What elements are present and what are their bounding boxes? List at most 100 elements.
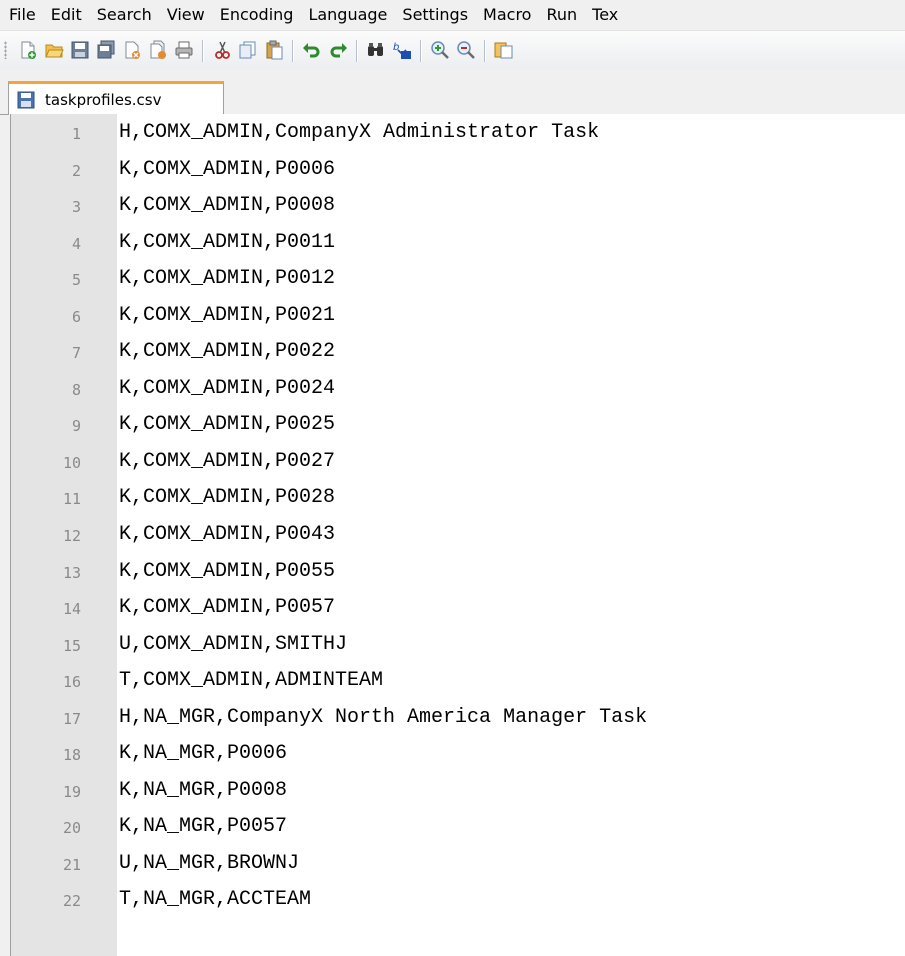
editor-line[interactable]: 9 K,COMX_ADMIN,P0025 [11, 410, 905, 447]
editor-line[interactable]: 16 T,COMX_ADMIN,ADMINTEAM [11, 666, 905, 703]
line-text[interactable]: H,NA_MGR,CompanyX North America Manager … [119, 706, 647, 729]
line-text[interactable]: K,COMX_ADMIN,P0027 [119, 450, 335, 473]
line-text[interactable]: K,COMX_ADMIN,P0057 [119, 596, 335, 619]
line-text[interactable]: H,COMX_ADMIN,CompanyX Administrator Task [119, 121, 599, 144]
line-number: 15 [62, 636, 81, 655]
new-file-icon[interactable] [18, 40, 38, 60]
menu-edit[interactable]: Edit [51, 0, 82, 30]
editor-line[interactable]: 21 U,NA_MGR,BROWNJ [11, 849, 905, 886]
line-number: 18 [62, 746, 81, 765]
line-number: 9 [71, 417, 81, 436]
toolbar-separator [202, 40, 204, 62]
line-text[interactable]: T,COMX_ADMIN,ADMINTEAM [119, 669, 383, 692]
editor-line[interactable]: 10 K,COMX_ADMIN,P0027 [11, 447, 905, 484]
editor-line[interactable]: 2 K,COMX_ADMIN,P0006 [11, 155, 905, 192]
menu-view[interactable]: View [167, 0, 205, 30]
menu-language[interactable]: Language [308, 0, 387, 30]
line-number: 8 [71, 380, 81, 399]
line-number: 2 [71, 161, 81, 180]
paste-icon[interactable] [264, 40, 284, 60]
editor-line[interactable]: 22 T,NA_MGR,ACCTEAM [11, 885, 905, 922]
tab-bar: taskprofiles.csv [0, 69, 905, 115]
editor-line[interactable]: 19 K,NA_MGR,P0008 [11, 776, 905, 813]
tab-taskprofiles-csv[interactable]: taskprofiles.csv [8, 81, 224, 115]
close-icon[interactable] [122, 40, 142, 60]
editor-line[interactable]: 15 U,COMX_ADMIN,SMITHJ [11, 630, 905, 667]
line-text[interactable]: T,NA_MGR,ACCTEAM [119, 888, 311, 911]
save-icon[interactable] [70, 40, 90, 60]
tab-label: taskprofiles.csv [45, 90, 162, 109]
line-number: 10 [62, 453, 81, 472]
line-text[interactable]: K,COMX_ADMIN,P0008 [119, 194, 335, 217]
menu-macro[interactable]: Macro [483, 0, 531, 30]
line-number: 22 [62, 892, 81, 911]
editor-line[interactable]: 18 K,NA_MGR,P0006 [11, 739, 905, 776]
line-number: 4 [71, 234, 81, 253]
line-number: 13 [62, 563, 81, 582]
close-all-icon[interactable] [148, 40, 168, 60]
line-number: 21 [62, 855, 81, 874]
print-icon[interactable] [174, 40, 194, 60]
line-text[interactable]: U,COMX_ADMIN,SMITHJ [119, 633, 347, 656]
redo-icon[interactable] [328, 40, 348, 60]
menu-text-fx[interactable]: Tex [592, 0, 618, 30]
editor[interactable]: 1 H,COMX_ADMIN,CompanyX Administrator Tas… [10, 114, 905, 956]
toolbar: b [0, 30, 905, 70]
replace-icon[interactable]: b [392, 40, 412, 60]
line-text[interactable]: K,COMX_ADMIN,P0025 [119, 413, 335, 436]
line-text[interactable]: U,NA_MGR,BROWNJ [119, 852, 299, 875]
menu-file[interactable]: File [9, 0, 36, 30]
cut-icon[interactable] [212, 40, 232, 60]
save-all-icon[interactable] [96, 40, 116, 60]
line-text[interactable]: K,COMX_ADMIN,P0028 [119, 486, 335, 509]
toolbar-separator [292, 40, 294, 62]
editor-lines: 1 H,COMX_ADMIN,CompanyX Administrator Tas… [11, 118, 905, 922]
editor-line[interactable]: 14 K,COMX_ADMIN,P0057 [11, 593, 905, 630]
find-icon[interactable] [366, 40, 386, 60]
line-number: 6 [71, 307, 81, 326]
line-text[interactable]: K,COMX_ADMIN,P0006 [119, 158, 335, 181]
line-text[interactable]: K,COMX_ADMIN,P0043 [119, 523, 335, 546]
line-number: 11 [62, 490, 81, 509]
editor-line[interactable]: 13 K,COMX_ADMIN,P0055 [11, 557, 905, 594]
line-number: 16 [62, 673, 81, 692]
line-text[interactable]: K,COMX_ADMIN,P0055 [119, 560, 335, 583]
editor-line[interactable]: 5 K,COMX_ADMIN,P0012 [11, 264, 905, 301]
line-text[interactable]: K,COMX_ADMIN,P0021 [119, 304, 335, 327]
copy-icon[interactable] [238, 40, 258, 60]
toolbar-separator [420, 40, 422, 62]
sync-scroll-icon[interactable] [494, 40, 514, 60]
menu-settings[interactable]: Settings [402, 0, 468, 30]
editor-line[interactable]: 1 H,COMX_ADMIN,CompanyX Administrator Tas… [11, 118, 905, 155]
line-number: 1 [71, 125, 81, 143]
editor-line[interactable]: 7 K,COMX_ADMIN,P0022 [11, 337, 905, 374]
line-number: 3 [71, 198, 81, 217]
line-text[interactable]: K,NA_MGR,P0008 [119, 779, 287, 802]
line-text[interactable]: K,COMX_ADMIN,P0022 [119, 340, 335, 363]
editor-line[interactable]: 4 K,COMX_ADMIN,P0011 [11, 228, 905, 265]
editor-line[interactable]: 3 K,COMX_ADMIN,P0008 [11, 191, 905, 228]
line-text[interactable]: K,NA_MGR,P0006 [119, 742, 287, 765]
menu-run[interactable]: Run [546, 0, 577, 30]
zoom-out-icon[interactable] [456, 40, 476, 60]
line-text[interactable]: K,COMX_ADMIN,P0012 [119, 267, 335, 290]
line-text[interactable]: K,COMX_ADMIN,P0011 [119, 231, 335, 254]
menu-encoding[interactable]: Encoding [220, 0, 294, 30]
undo-icon[interactable] [302, 40, 322, 60]
zoom-in-icon[interactable] [430, 40, 450, 60]
editor-line[interactable]: 17 H,NA_MGR,CompanyX North America Manage… [11, 703, 905, 740]
toolbar-grip[interactable] [4, 41, 7, 59]
line-text[interactable]: K,NA_MGR,P0057 [119, 815, 287, 838]
editor-line[interactable]: 12 K,COMX_ADMIN,P0043 [11, 520, 905, 557]
open-file-icon[interactable] [44, 40, 64, 60]
editor-line[interactable]: 11 K,COMX_ADMIN,P0028 [11, 483, 905, 520]
menu-search[interactable]: Search [97, 0, 152, 30]
editor-line[interactable]: 8 K,COMX_ADMIN,P0024 [11, 374, 905, 411]
editor-line[interactable]: 20 K,NA_MGR,P0057 [11, 812, 905, 849]
toolbar-separator [356, 40, 358, 62]
line-number: 17 [62, 709, 81, 728]
line-number: 19 [62, 782, 81, 801]
editor-line[interactable]: 6 K,COMX_ADMIN,P0021 [11, 301, 905, 338]
line-text[interactable]: K,COMX_ADMIN,P0024 [119, 377, 335, 400]
line-number: 12 [62, 527, 81, 546]
